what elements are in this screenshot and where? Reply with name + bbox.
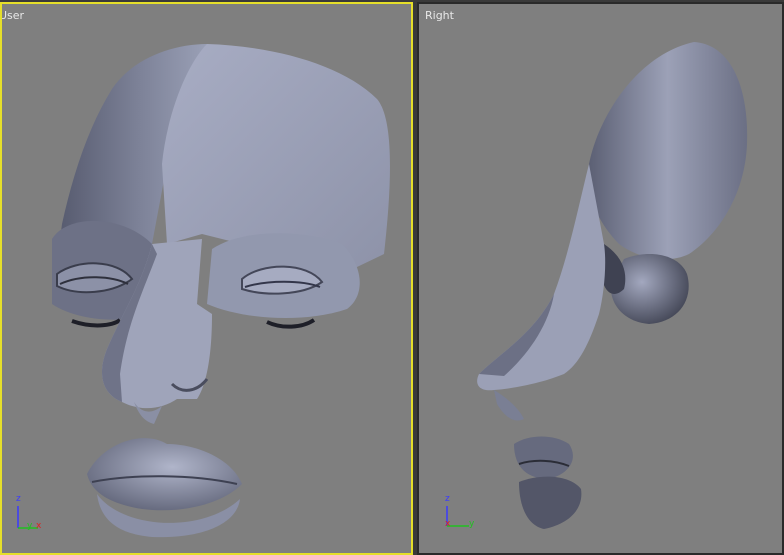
axis-y-label: y (27, 521, 33, 531)
viewport-right[interactable]: Right z x y (417, 2, 784, 555)
face-mesh-front (52, 44, 390, 538)
axis-z-label-right: z (445, 494, 450, 504)
axis-tripod-icon (17, 506, 38, 529)
axis-x-label: x (36, 521, 42, 531)
axis-x-label-right: x (445, 519, 451, 529)
viewport-user[interactable]: User z y x (0, 2, 413, 555)
axis-z-label: z (16, 494, 21, 504)
face-mesh-side (477, 42, 748, 529)
axis-y-label-right: y (469, 519, 475, 529)
